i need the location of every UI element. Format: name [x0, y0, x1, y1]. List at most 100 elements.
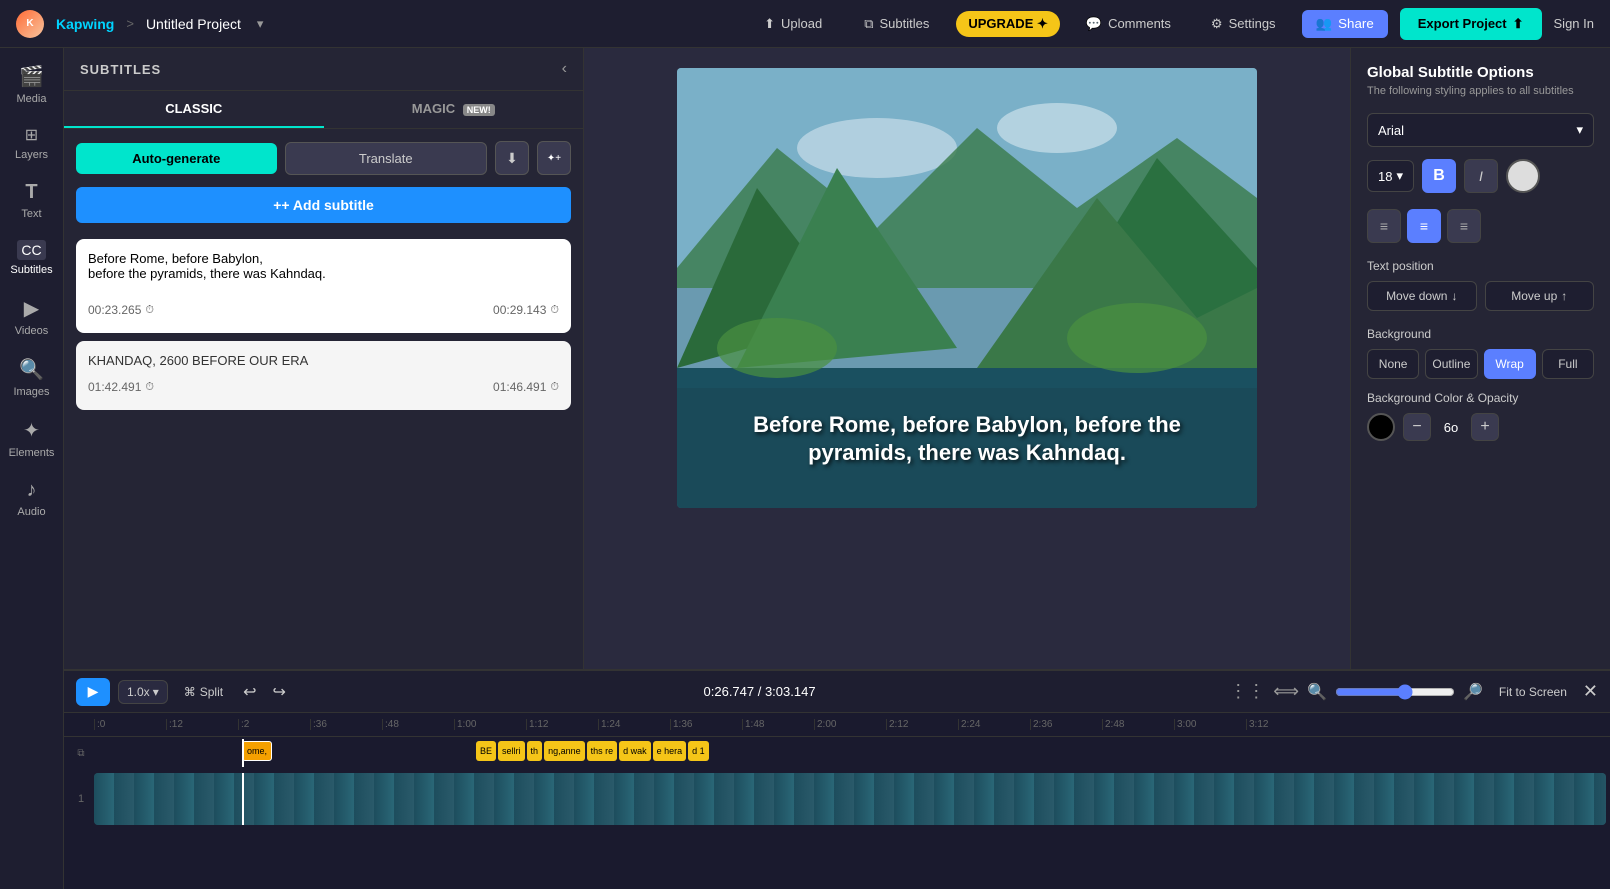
- subtitle-clip[interactable]: e hera: [653, 741, 687, 761]
- opacity-decrease-button[interactable]: −: [1403, 413, 1431, 441]
- import-subtitle-button[interactable]: ⬇: [495, 141, 529, 175]
- translate-button[interactable]: Translate: [285, 142, 488, 175]
- align-center-button[interactable]: ≡: [1407, 209, 1441, 243]
- subtitle-clip[interactable]: th: [527, 741, 543, 761]
- ruler-mark: 1:00: [454, 719, 526, 730]
- align-left-button[interactable]: ≡: [1367, 209, 1401, 243]
- fit-to-screen-button[interactable]: Fit to Screen: [1491, 681, 1575, 703]
- zoom-slider[interactable]: [1335, 684, 1455, 700]
- upload-button[interactable]: ⬆ Upload: [749, 9, 837, 39]
- share-button[interactable]: 👥 Share: [1302, 10, 1388, 38]
- zoom-in-button[interactable]: 🔍: [1307, 682, 1327, 702]
- autogenerate-button[interactable]: Auto-generate: [76, 143, 277, 174]
- speed-selector[interactable]: 1.0x ▾: [118, 680, 168, 704]
- zoom-out-button[interactable]: 🔎: [1463, 682, 1483, 702]
- subtitle-timecodes-2: 01:42.491 ⏱ 01:46.491 ⏱: [88, 376, 559, 398]
- video-track-label: 1: [68, 793, 94, 805]
- subtitle-end-time[interactable]: 00:29.143 ⏱: [493, 303, 559, 317]
- subtitle-text-2[interactable]: KHANDAQ, 2600 BEFORE OUR ERA: [88, 353, 559, 376]
- panel-close-button[interactable]: ‹: [562, 60, 567, 78]
- text-color-swatch[interactable]: [1506, 159, 1540, 193]
- split-button[interactable]: ⌘ Split: [176, 681, 231, 703]
- bg-color-swatch[interactable]: [1367, 413, 1395, 441]
- move-up-button[interactable]: Move up ↑: [1485, 281, 1595, 311]
- sidebar-item-audio[interactable]: ♪ Audio: [4, 471, 60, 526]
- sidebar-item-text[interactable]: T Text: [4, 173, 60, 228]
- signin-button[interactable]: Sign In: [1554, 16, 1594, 31]
- sidebar-item-subtitles[interactable]: CC Subtitles: [4, 232, 60, 284]
- sidebar-item-videos[interactable]: ▶ Videos: [4, 288, 60, 345]
- ruler-mark: 3:00: [1174, 719, 1246, 730]
- add-subtitle-button[interactable]: + + Add subtitle: [76, 187, 571, 223]
- ruler-marks: :0 :12 :2 :36 :48 1:00 1:12 1:24 1:36 1:…: [94, 719, 1610, 730]
- ruler-mark: 3:12: [1246, 719, 1318, 730]
- subtitle-start-time[interactable]: 00:23.265 ⏱: [88, 303, 154, 317]
- project-name[interactable]: Untitled Project: [146, 16, 241, 32]
- subtitle-clip[interactable]: BE: [476, 741, 496, 761]
- project-dropdown-icon[interactable]: ▾: [257, 16, 264, 32]
- font-select[interactable]: Arial ▾: [1367, 113, 1594, 147]
- clock-icon-4: ⏱: [550, 381, 559, 394]
- tab-magic[interactable]: MAGIC NEW!: [324, 91, 584, 128]
- italic-button[interactable]: I: [1464, 159, 1498, 193]
- subtitle-start-time-2[interactable]: 01:42.491 ⏱: [88, 380, 154, 394]
- settings-button[interactable]: ⚙ Settings: [1197, 10, 1290, 38]
- subtitle-clip[interactable]: ome,: [242, 741, 272, 761]
- move-up-icon: ↑: [1561, 289, 1567, 303]
- subtitle-clip[interactable]: d 1: [688, 741, 709, 761]
- ruler-mark: :12: [166, 719, 238, 730]
- ruler-mark: 2:00: [814, 719, 886, 730]
- time-display: 0:26.747 / 3:03.147: [298, 684, 1221, 699]
- play-button[interactable]: ▶: [76, 678, 110, 706]
- layers-icon: ⊞: [25, 125, 38, 145]
- subtitles-nav-icon: ⧉: [864, 16, 873, 32]
- brand-link[interactable]: Kapwing: [56, 16, 114, 32]
- bg-none-button[interactable]: None: [1367, 349, 1419, 379]
- subtitle-end-time-2[interactable]: 01:46.491 ⏱: [493, 380, 559, 394]
- sidebar-item-elements[interactable]: ✦ Elements: [4, 410, 60, 467]
- bg-color-opacity-label: Background Color & Opacity: [1367, 391, 1594, 405]
- video-track-content[interactable]: [94, 773, 1606, 825]
- split-view-icon: ⟺: [1273, 681, 1299, 702]
- clock-icon: ⏱: [145, 304, 154, 317]
- tab-classic[interactable]: CLASSIC: [64, 91, 324, 128]
- bg-outline-button[interactable]: Outline: [1425, 349, 1477, 379]
- right-panel-title: Global Subtitle Options: [1367, 64, 1594, 81]
- subtitle-text-input[interactable]: Before Rome, before Babylon, before the …: [88, 251, 559, 296]
- video-container[interactable]: Before Rome, before Babylon, before the …: [677, 68, 1257, 508]
- ruler-mark: :0: [94, 719, 166, 730]
- bg-full-button[interactable]: Full: [1542, 349, 1594, 379]
- subtitle-clip[interactable]: d wak: [619, 741, 651, 761]
- timeline-controls: ▶ 1.0x ▾ ⌘ Split ↩ ↪ 0:26.747 / 3:03.147…: [64, 671, 1610, 713]
- align-right-button[interactable]: ≡: [1447, 209, 1481, 243]
- font-size-select[interactable]: 18 ▾: [1367, 160, 1414, 192]
- sidebar-item-layers[interactable]: ⊞ Layers: [4, 117, 60, 169]
- videos-icon: ▶: [24, 296, 39, 321]
- move-down-button[interactable]: Move down ↓: [1367, 281, 1477, 311]
- elements-icon: ✦: [23, 418, 40, 443]
- export-button[interactable]: Export Project ⬆: [1400, 8, 1542, 40]
- subtitle-card-2: KHANDAQ, 2600 BEFORE OUR ERA 01:42.491 ⏱…: [76, 341, 571, 410]
- subtitle-clip[interactable]: sellri: [498, 741, 525, 761]
- bold-button[interactable]: B: [1422, 159, 1456, 193]
- playhead: [242, 739, 244, 767]
- subtitle-timecodes: 00:23.265 ⏱ 00:29.143 ⏱: [88, 299, 559, 321]
- ruler-mark: 1:24: [598, 719, 670, 730]
- add-subtitle-icon-button[interactable]: ✦+: [537, 141, 571, 175]
- redo-button[interactable]: ↪: [268, 678, 289, 706]
- bg-wrap-button[interactable]: Wrap: [1484, 349, 1536, 379]
- undo-button[interactable]: ↩: [239, 678, 260, 706]
- opacity-increase-button[interactable]: +: [1471, 413, 1499, 441]
- upgrade-button[interactable]: UPGRADE ✦: [956, 11, 1060, 37]
- ruler-mark: 1:36: [670, 719, 742, 730]
- subtitle-clip[interactable]: ths re: [587, 741, 618, 761]
- video-subtitle-overlay: Before Rome, before Babylon, before the …: [706, 411, 1228, 468]
- subtitles-nav-button[interactable]: ⧉ Subtitles: [849, 9, 944, 39]
- sidebar-item-media[interactable]: 🎬 Media: [4, 56, 60, 113]
- subtitle-card: Before Rome, before Babylon, before the …: [76, 239, 571, 333]
- timeline-ruler: :0 :12 :2 :36 :48 1:00 1:12 1:24 1:36 1:…: [64, 713, 1610, 737]
- sidebar-item-images[interactable]: 🔍 Images: [4, 349, 60, 406]
- subtitle-clip[interactable]: ng,anne: [544, 741, 585, 761]
- comments-button[interactable]: 💬 Comments: [1072, 10, 1185, 38]
- timeline-close-button[interactable]: ✕: [1583, 681, 1598, 702]
